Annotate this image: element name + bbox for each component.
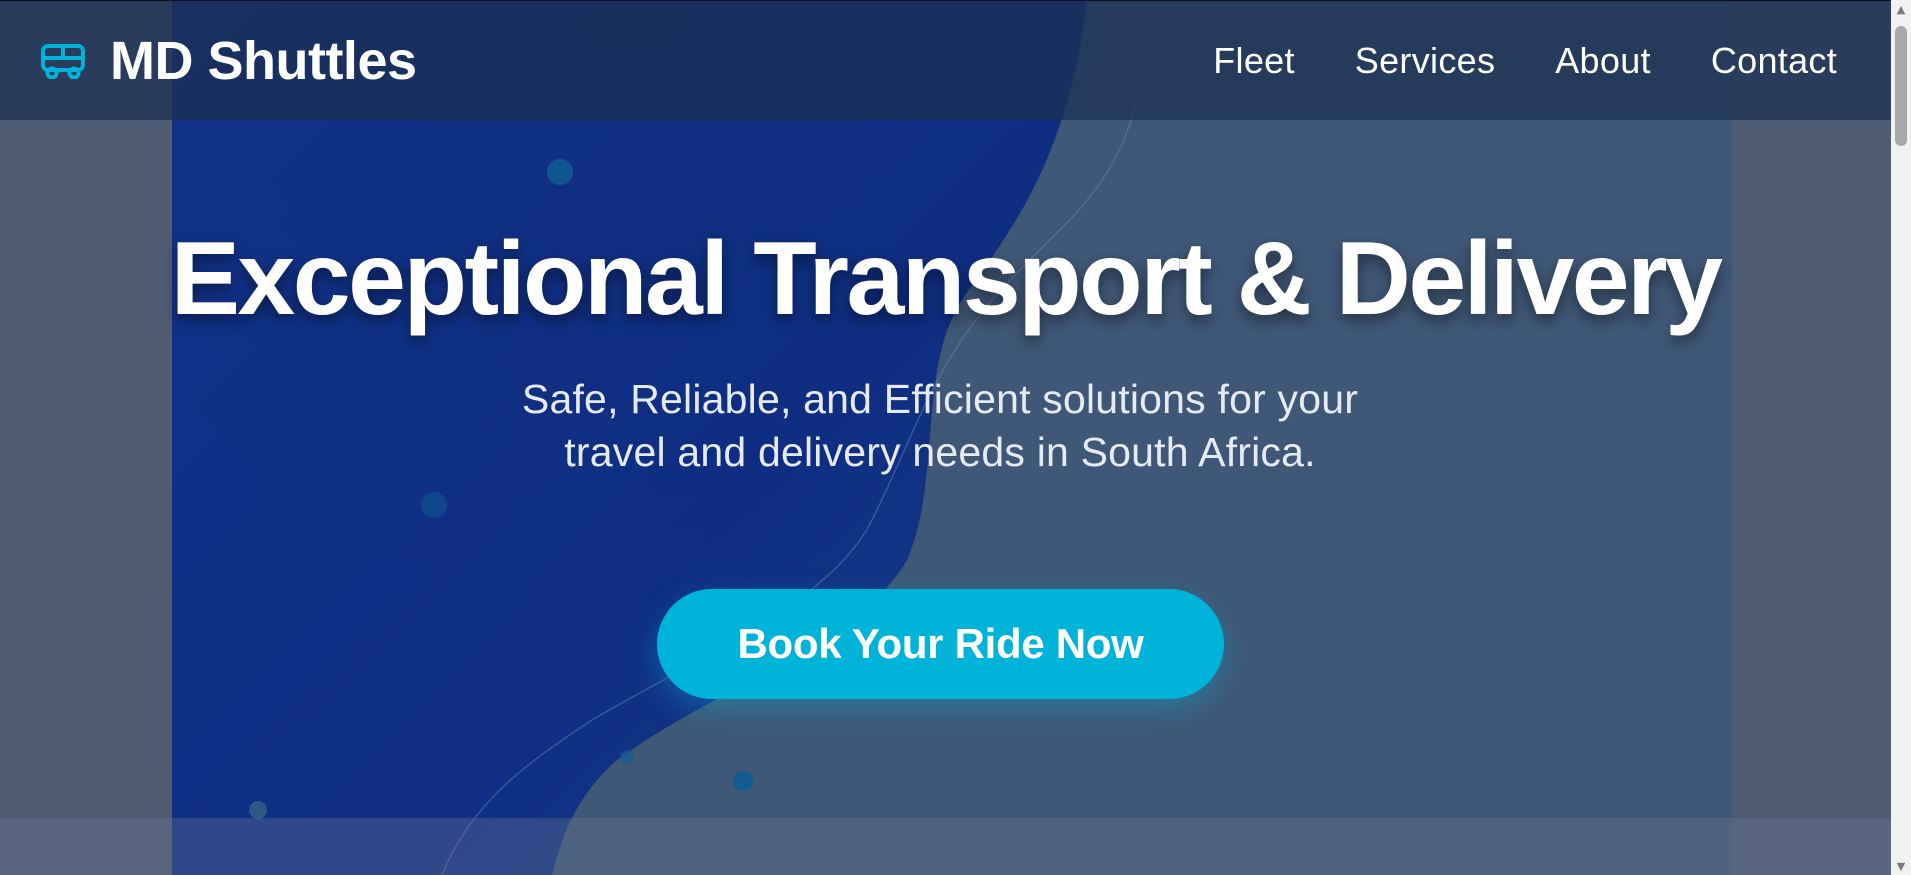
brand-name: MD Shuttles bbox=[110, 30, 417, 91]
decor-dot bbox=[421, 492, 447, 518]
arrow-down-icon[interactable]: ▼ bbox=[1891, 857, 1911, 875]
arrow-up-icon[interactable]: ▲ bbox=[1891, 0, 1911, 18]
decor-dot bbox=[547, 159, 573, 185]
main-nav: Fleet Services About Contact bbox=[1213, 40, 1851, 82]
hero-title: Exceptional Transport & Delivery bbox=[170, 221, 1723, 337]
bus-icon bbox=[41, 43, 85, 79]
nav-link-services[interactable]: Services bbox=[1355, 40, 1495, 82]
decor-dot bbox=[620, 750, 634, 764]
nav-link-fleet[interactable]: Fleet bbox=[1213, 40, 1295, 82]
vertical-scrollbar[interactable]: ▲ ▼ bbox=[1891, 0, 1911, 875]
next-section-edge bbox=[0, 818, 1891, 875]
brand[interactable]: MD Shuttles bbox=[40, 30, 417, 92]
nav-link-about[interactable]: About bbox=[1555, 40, 1651, 82]
hero-subtitle: Safe, Reliable, and Efficient solutions … bbox=[521, 376, 1359, 475]
book-ride-button[interactable]: Book Your Ride Now bbox=[657, 589, 1224, 699]
page-viewport: MD Shuttles Fleet Services About Contact… bbox=[0, 0, 1891, 875]
decor-dot bbox=[249, 801, 267, 819]
decor-dot bbox=[733, 771, 753, 791]
nav-link-contact[interactable]: Contact bbox=[1711, 40, 1837, 82]
site-header: MD Shuttles Fleet Services About Contact bbox=[0, 0, 1891, 120]
scrollbar-thumb[interactable] bbox=[1895, 26, 1907, 146]
